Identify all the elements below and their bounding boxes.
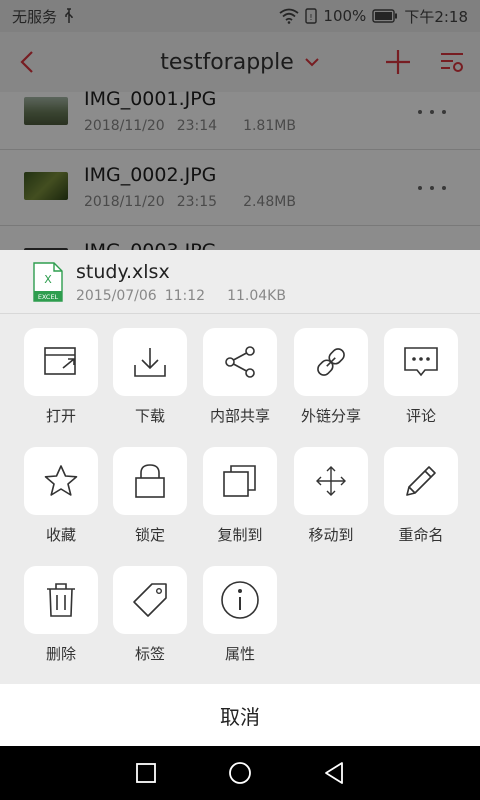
action-label: 重命名	[398, 526, 444, 544]
action-label: 删除	[45, 645, 76, 663]
action-tag[interactable]: 标签	[110, 566, 190, 676]
action-label: 属性	[224, 645, 255, 663]
action-download[interactable]: 下载	[110, 328, 190, 438]
action-move-to[interactable]: 移动到	[291, 447, 371, 557]
action-label: 标签	[134, 645, 165, 663]
action-label: 外链分享	[300, 407, 361, 425]
star-icon	[44, 465, 78, 496]
system-nav-bar	[0, 746, 480, 800]
share-icon	[225, 346, 255, 378]
action-lock[interactable]: 锁定	[110, 447, 190, 557]
action-label: 复制到	[217, 526, 263, 544]
action-favorite[interactable]: 收藏	[21, 447, 101, 557]
cancel-button[interactable]: 取消	[0, 684, 480, 746]
comment-icon	[404, 347, 438, 377]
selected-file-meta: 2015/07/06 11:12 11.04KB	[76, 288, 286, 304]
dim-overlay[interactable]	[0, 0, 480, 250]
open-external-icon	[44, 347, 76, 375]
action-label: 评论	[405, 407, 436, 425]
action-properties[interactable]: 属性	[200, 566, 280, 676]
lock-icon	[135, 464, 165, 498]
action-delete[interactable]: 删除	[21, 566, 101, 676]
pencil-icon	[406, 466, 436, 496]
action-label: 打开	[45, 407, 76, 425]
action-label: 下载	[134, 407, 165, 425]
selected-file-header: X EXCEL study.xlsx 2015/07/06 11:12 11.04K…	[0, 250, 480, 314]
action-internal-share[interactable]: 内部共享	[200, 328, 280, 438]
back-triangle-icon[interactable]	[323, 761, 345, 785]
action-comment[interactable]: 评论	[381, 328, 461, 438]
recent-apps-icon[interactable]	[135, 762, 157, 784]
link-icon	[317, 348, 345, 376]
svg-text:EXCEL: EXCEL	[38, 293, 59, 301]
action-external-link-share[interactable]: 外链分享	[291, 328, 371, 438]
trash-icon	[47, 583, 75, 617]
action-label: 内部共享	[209, 407, 270, 425]
home-icon[interactable]	[227, 760, 253, 786]
selected-file-name: study.xlsx	[76, 261, 170, 283]
action-label: 移动到	[308, 526, 354, 544]
action-label: 锁定	[134, 526, 165, 544]
action-sheet: X EXCEL study.xlsx 2015/07/06 11:12 11.04K…	[0, 250, 480, 746]
action-rename[interactable]: 重命名	[381, 447, 461, 557]
info-icon	[221, 581, 259, 619]
download-icon	[134, 348, 166, 377]
tag-icon	[133, 583, 167, 617]
move-icon	[316, 466, 346, 496]
action-label: 收藏	[45, 526, 76, 544]
copy-icon	[223, 465, 256, 497]
excel-file-icon: X EXCEL	[33, 262, 63, 302]
action-copy-to[interactable]: 复制到	[200, 447, 280, 557]
action-open[interactable]: 打开	[21, 328, 101, 438]
svg-text:X: X	[44, 273, 52, 286]
